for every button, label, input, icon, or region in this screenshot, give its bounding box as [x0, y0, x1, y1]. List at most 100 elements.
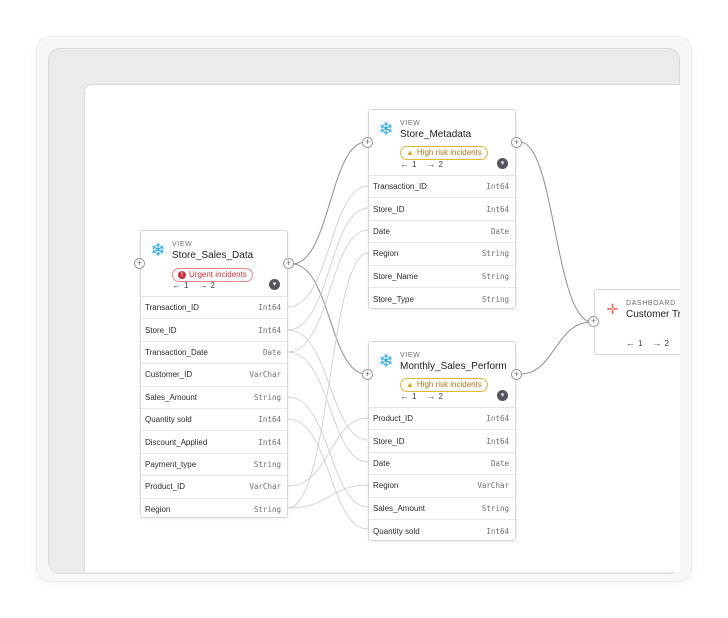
node-title[interactable]: Store_Sales_Data — [172, 249, 279, 263]
upstream-count: 1 — [638, 338, 643, 348]
field-name: Customer_ID — [145, 370, 193, 380]
node-kind: VIEW — [400, 352, 421, 359]
field-type: String — [253, 459, 281, 469]
arrow-left-icon: ← — [400, 391, 409, 401]
chevron-down-icon[interactable]: ▾ — [269, 279, 280, 290]
field-row[interactable]: Sales_Amount String — [141, 387, 287, 409]
downstream-count: 2 — [664, 338, 669, 348]
field-row[interactable]: Store_Type String — [369, 288, 515, 310]
node-header: ❄ VIEW Monthly_Sales_Performa... ▲ High … — [369, 342, 515, 408]
arrow-left-icon: ← — [172, 280, 181, 290]
field-row[interactable]: Payment_type String — [141, 454, 287, 477]
arrow-right-icon: → — [426, 391, 436, 401]
field-name: Discount_Applied — [145, 437, 208, 447]
upstream-count: 1 — [412, 159, 417, 169]
arrow-left-icon: ← — [626, 338, 635, 348]
node-monthly-sales-performance[interactable]: ❄ VIEW Monthly_Sales_Performa... ▲ High … — [368, 341, 516, 541]
field-row[interactable]: Date Date — [369, 453, 515, 476]
field-row[interactable]: Store_ID Int64 — [369, 430, 515, 453]
field-list: Transaction_ID Int64 Store_ID Int64 Date Da… — [369, 176, 515, 310]
node-store-metadata[interactable]: ❄ VIEW Store_Metadata ▲ High risk incide… — [368, 109, 516, 309]
field-row[interactable]: Product_ID Int64 — [369, 408, 515, 431]
field-name: Sales_Amount — [373, 503, 426, 513]
field-name: Store_Type — [373, 294, 414, 304]
arrow-right-icon: → — [426, 159, 436, 169]
chevron-down-icon[interactable]: ▾ — [497, 158, 508, 169]
node-header: ✛ DASHBOARD Customer Tra ←1 →2 — [595, 290, 680, 354]
add-downstream-button[interactable]: + — [511, 369, 522, 380]
snowflake-icon: ❄ — [150, 240, 166, 260]
node-store-sales-data[interactable]: ❄ VIEW Store_Sales_Data ! Urgent inciden… — [140, 230, 288, 518]
warning-icon: ▲ — [406, 380, 414, 389]
field-name: Payment_type — [145, 459, 197, 469]
add-upstream-button[interactable]: + — [588, 316, 599, 327]
field-name: Transaction_ID — [145, 303, 199, 313]
field-row[interactable]: Region String — [141, 499, 287, 521]
upstream-link[interactable]: ← 1 — [172, 280, 188, 290]
node-dashboard[interactable]: ✛ DASHBOARD Customer Tra ←1 →2 — [594, 289, 680, 355]
field-row[interactable]: Store_ID Int64 — [141, 319, 287, 342]
arrow-right-icon: → — [652, 338, 662, 348]
downstream-link[interactable]: → 2 — [426, 159, 442, 169]
field-row[interactable]: Quantity sold Int64 — [141, 409, 287, 432]
node-lineage-counts: ← 1 → 2 — [400, 159, 443, 169]
field-list: Product_ID Int64 Store_ID Int64 Date Date R… — [369, 408, 515, 542]
add-upstream-button[interactable]: + — [362, 369, 373, 380]
downstream-count: 2 — [438, 391, 443, 401]
badge-label: High risk incidents — [416, 148, 482, 157]
node-title[interactable]: Monthly_Sales_Performa... — [400, 360, 507, 374]
high-risk-incidents-badge[interactable]: ▲ High risk incidents — [400, 378, 488, 392]
field-type: VarChar — [249, 482, 281, 492]
error-icon: ! — [178, 271, 186, 279]
field-type: VarChar — [249, 370, 281, 380]
field-name: Quantity sold — [145, 415, 192, 425]
chevron-down-icon[interactable]: ▾ — [497, 390, 508, 401]
field-type: String — [481, 503, 509, 513]
node-header: ❄ VIEW Store_Metadata ▲ High risk incide… — [369, 110, 515, 176]
upstream-link[interactable]: ← 1 — [400, 391, 416, 401]
upstream-link[interactable]: ← 1 — [626, 338, 642, 348]
field-name: Region — [373, 481, 399, 491]
node-header: ❄ VIEW Store_Sales_Data ! Urgent inciden… — [141, 231, 287, 297]
field-type: Int64 — [258, 415, 281, 425]
field-row[interactable]: Quantity sold Int64 — [369, 520, 515, 542]
field-row[interactable]: Transaction_Date Date — [141, 342, 287, 365]
upstream-count: 1 — [184, 280, 189, 290]
field-type: String — [481, 294, 509, 304]
field-row[interactable]: Transaction_ID Int64 — [141, 297, 287, 320]
add-upstream-button[interactable]: + — [134, 258, 145, 269]
node-title[interactable]: Customer Tra — [626, 308, 680, 322]
field-row[interactable]: Region VarChar — [369, 475, 515, 498]
add-upstream-button[interactable]: + — [362, 137, 373, 148]
field-row[interactable]: Date Date — [369, 221, 515, 244]
field-row[interactable]: Store_ID Int64 — [369, 198, 515, 221]
field-row[interactable]: Transaction_ID Int64 — [369, 176, 515, 199]
field-row[interactable]: Discount_Applied Int64 — [141, 431, 287, 454]
field-type: Int64 — [258, 303, 281, 313]
field-row[interactable]: Store_Name String — [369, 266, 515, 288]
field-row[interactable]: Customer_ID VarChar — [141, 364, 287, 387]
field-type: Date — [262, 347, 281, 357]
field-name: Product_ID — [373, 414, 414, 424]
downstream-link[interactable]: → 2 — [198, 280, 214, 290]
field-name: Region — [373, 249, 399, 259]
downstream-link[interactable]: → 2 — [426, 391, 442, 401]
field-name: Store_ID — [373, 436, 405, 446]
node-lineage-counts: ← 1 → 2 — [626, 338, 669, 348]
field-type: Int64 — [486, 182, 509, 192]
field-type: String — [481, 249, 509, 259]
node-title[interactable]: Store_Metadata — [400, 128, 507, 142]
field-row[interactable]: Sales_Amount String — [369, 498, 515, 520]
high-risk-incidents-badge[interactable]: ▲ High risk incidents — [400, 146, 488, 160]
add-downstream-button[interactable]: + — [283, 258, 294, 269]
upstream-link[interactable]: ← 1 — [400, 159, 416, 169]
field-name: Store_Name — [373, 271, 418, 281]
field-type: Int64 — [258, 437, 281, 447]
field-row[interactable]: Product_ID VarChar — [141, 476, 287, 499]
field-row[interactable]: Region String — [369, 243, 515, 266]
add-downstream-button[interactable]: + — [511, 137, 522, 148]
field-type: VarChar — [477, 481, 509, 491]
downstream-link[interactable]: → 2 — [652, 338, 668, 348]
downstream-count: 2 — [210, 280, 215, 290]
node-kind: DASHBOARD — [626, 300, 676, 307]
